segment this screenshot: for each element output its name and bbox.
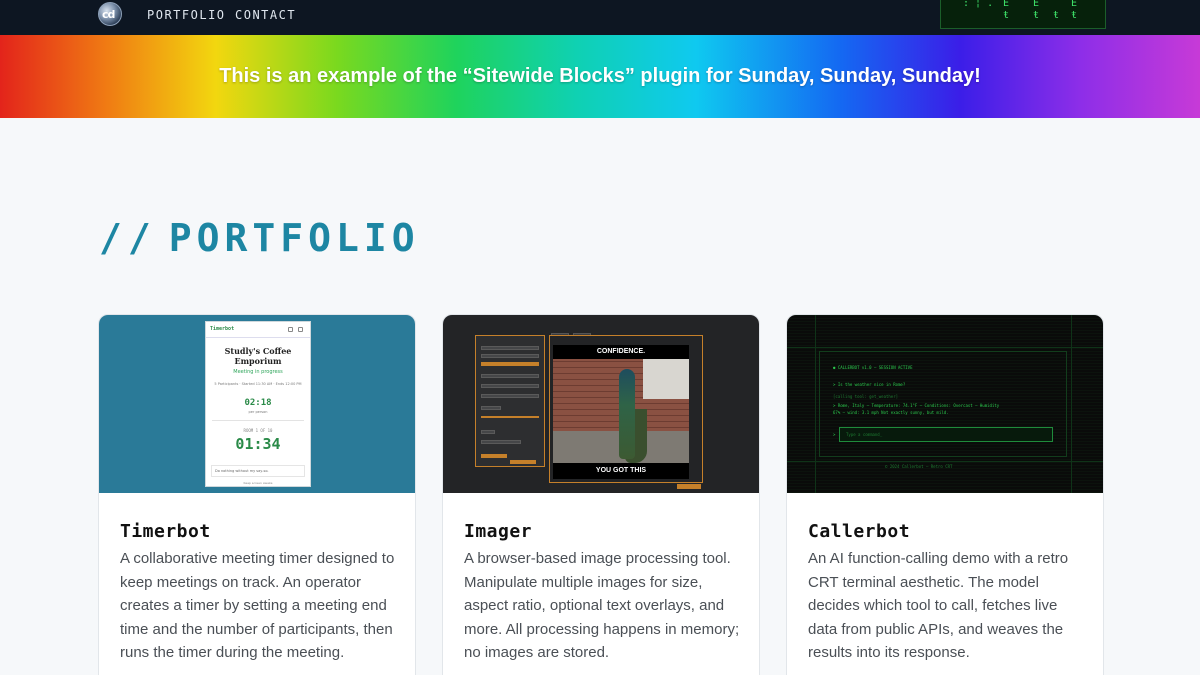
phone-room: ROOM 1 OF 10 — [243, 428, 273, 433]
meme-top-text: CONFIDENCE. — [596, 348, 646, 355]
phone-header: Timerbot — [206, 322, 310, 338]
card-title[interactable]: Callerbot — [808, 521, 910, 542]
phone-big-timer: 01:34 — [235, 435, 281, 453]
nav-link-contact[interactable]: CONTACT — [235, 8, 296, 22]
section-title: //PORTFOLIO — [99, 216, 420, 260]
card-title[interactable]: Timerbot — [120, 521, 211, 542]
terminal-line-1: ● CALLERBOT v1.0 — SESSION ACTIVE — [833, 365, 913, 370]
terminal-line-4: > Rome, Italy — Temperature: 74.1°F — Co… — [833, 403, 1000, 408]
phone-small-sub: per person — [248, 410, 268, 414]
logo-text: cd — [102, 8, 115, 21]
phone-small-timer: 02:18 — [244, 398, 272, 408]
terminal-line-2: > Is the weather nice in Rome? — [833, 382, 906, 387]
phone-share-icon — [288, 327, 293, 332]
sitewide-banner: This is an example of the “Sitewide Bloc… — [0, 35, 1200, 118]
site-logo[interactable]: cd — [98, 2, 122, 26]
section-title-text: PORTFOLIO — [168, 216, 420, 260]
meme-preview: CONFIDENCE. YOU GOT THIS — [553, 345, 689, 479]
project-card-callerbot[interactable]: ● CALLERBOT v1.0 — SESSION ACTIVE > Is t… — [786, 314, 1104, 675]
phone-note: Do nothing without my say-so. — [211, 465, 305, 477]
timerbot-screenshot: Timerbot Studly's Coffee Emporium Meetin… — [99, 315, 415, 493]
card-description: An AI function-calling demo with a retro… — [808, 550, 1069, 661]
prompt-chevron-icon: > — [833, 432, 836, 437]
top-nav: cd PORTFOLIO CONTACT : ¦ . Ë Ë Ë ŧ ŧ ŧ ŧ — [0, 0, 1200, 35]
imager-screenshot: CONFIDENCE. YOU GOT THIS — [443, 315, 759, 493]
timerbot-phone-mock: Timerbot Studly's Coffee Emporium Meetin… — [205, 321, 311, 487]
phone-app-name: Timerbot — [210, 326, 235, 332]
terminal-line-3: [calling tool: get_weather] — [833, 394, 899, 399]
meme-bottom-text: YOU GOT THIS — [595, 467, 647, 474]
download-button — [677, 484, 701, 489]
matrix-decoration: : ¦ . Ë Ë Ë ŧ ŧ ŧ ŧ — [940, 0, 1106, 29]
phone-divider — [212, 420, 304, 421]
imager-bottom-bar — [549, 483, 703, 491]
card-description: A browser-based image processing tool. M… — [464, 550, 740, 661]
phone-venue: Studly's Coffee Emporium — [224, 346, 292, 366]
terminal-line-5: 67% — wind: 3.1 mph Not exactly sunny, b… — [833, 410, 949, 415]
phone-menu-icon — [298, 327, 303, 332]
phone-footer: Keep screen awake — [243, 481, 273, 485]
terminal-footer: © 2024 Callerbot — Retro CRT — [885, 464, 953, 469]
card-title[interactable]: Imager — [464, 521, 532, 542]
card-description: A collaborative meeting timer designed t… — [120, 550, 395, 661]
banner-text: This is an example of the “Sitewide Bloc… — [219, 65, 981, 87]
terminal-input-placeholder: Type a command_ — [846, 432, 883, 437]
nav-link-portfolio[interactable]: PORTFOLIO — [147, 8, 226, 22]
project-card-timerbot[interactable]: Timerbot Studly's Coffee Emporium Meetin… — [98, 314, 416, 675]
phone-status: Meeting in progress — [233, 369, 283, 375]
peacock-photo — [553, 359, 689, 463]
project-card-imager[interactable]: CONFIDENCE. YOU GOT THIS Imager A browse… — [442, 314, 760, 675]
callerbot-screenshot: ● CALLERBOT v1.0 — SESSION ACTIVE > Is t… — [787, 315, 1103, 493]
section-title-slashes: // — [99, 216, 157, 260]
phone-meta: 5 Participants · Started 11:30 AM · Ends… — [214, 382, 302, 386]
imager-control-panel — [475, 335, 545, 467]
terminal-input: Type a command_ — [839, 427, 1053, 442]
